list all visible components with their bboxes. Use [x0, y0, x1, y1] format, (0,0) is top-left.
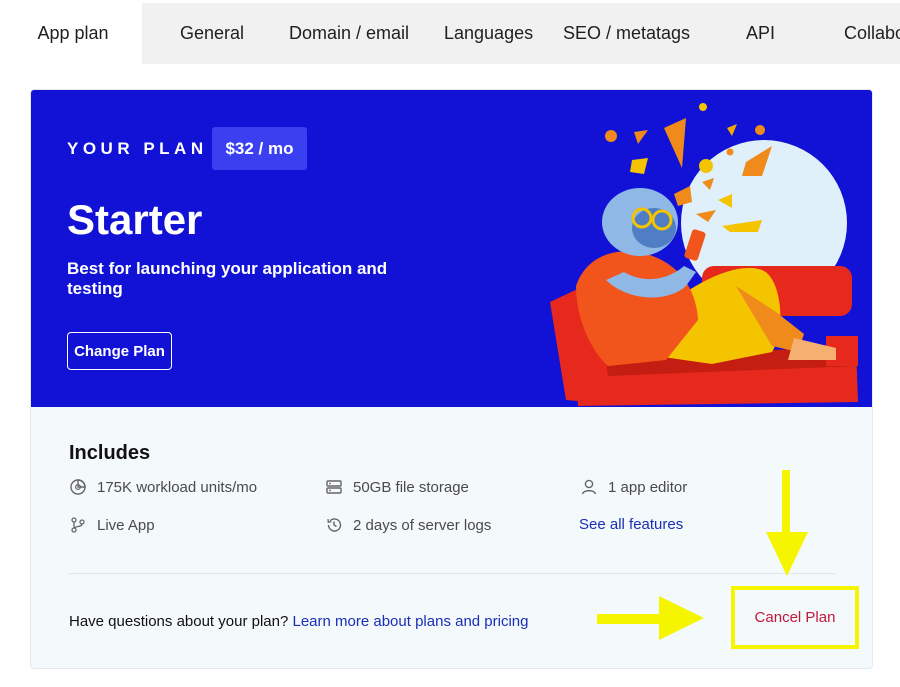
cancel-plan-button[interactable]: Cancel Plan — [755, 609, 836, 626]
monkey-on-couch-illustration — [550, 103, 858, 406]
plan-card: YOUR PLAN $32 / mo Starter Best for laun… — [30, 89, 873, 669]
tab-collaborators[interactable]: Collabo — [844, 3, 900, 64]
questions-text: Have questions about your plan? — [69, 613, 289, 630]
feature-storage: 50GB file storage — [325, 478, 469, 496]
see-all-features-link[interactable]: See all features — [579, 516, 683, 533]
price-badge: $32 / mo — [212, 127, 307, 170]
workload-icon — [70, 479, 86, 495]
change-plan-button[interactable]: Change Plan — [67, 332, 172, 370]
user-icon — [581, 479, 597, 495]
storage-icon — [326, 480, 342, 494]
feature-editors: 1 app editor — [580, 478, 687, 496]
cancel-plan-highlight: Cancel Plan — [731, 586, 859, 649]
tab-app-plan[interactable]: App plan — [4, 3, 142, 64]
feature-label: 1 app editor — [608, 478, 688, 496]
feature-label: Live App — [97, 516, 155, 534]
tab-languages[interactable]: Languages — [444, 3, 533, 64]
plan-name: Starter — [67, 196, 203, 243]
includes-title: Includes — [69, 442, 151, 464]
feature-live-app: Live App — [69, 516, 155, 534]
tab-seo-metatags[interactable]: SEO / metatags — [563, 3, 690, 64]
plan-hero: YOUR PLAN $32 / mo Starter Best for laun… — [31, 90, 872, 407]
feature-server-logs: 2 days of server logs — [325, 516, 491, 534]
feature-label: 50GB file storage — [353, 478, 469, 496]
plan-description: Best for launching your application and … — [67, 259, 388, 298]
your-plan-label: YOUR PLAN — [67, 139, 208, 158]
tab-api[interactable]: API — [746, 3, 775, 64]
feature-label: 2 days of server logs — [353, 516, 492, 534]
branch-icon — [71, 517, 85, 533]
divider — [69, 573, 835, 574]
tab-general[interactable]: General — [180, 3, 244, 64]
learn-more-link[interactable]: Learn more about plans and pricing — [293, 613, 529, 630]
settings-tabs: App plan General Domain / email Language… — [4, 3, 900, 64]
plan-questions: Have questions about your plan? Learn mo… — [69, 613, 529, 630]
feature-workload: 175K workload units/mo — [69, 478, 257, 496]
tab-domain-email[interactable]: Domain / email — [289, 3, 409, 64]
history-icon — [327, 518, 342, 532]
feature-label: 175K workload units/mo — [97, 478, 258, 496]
